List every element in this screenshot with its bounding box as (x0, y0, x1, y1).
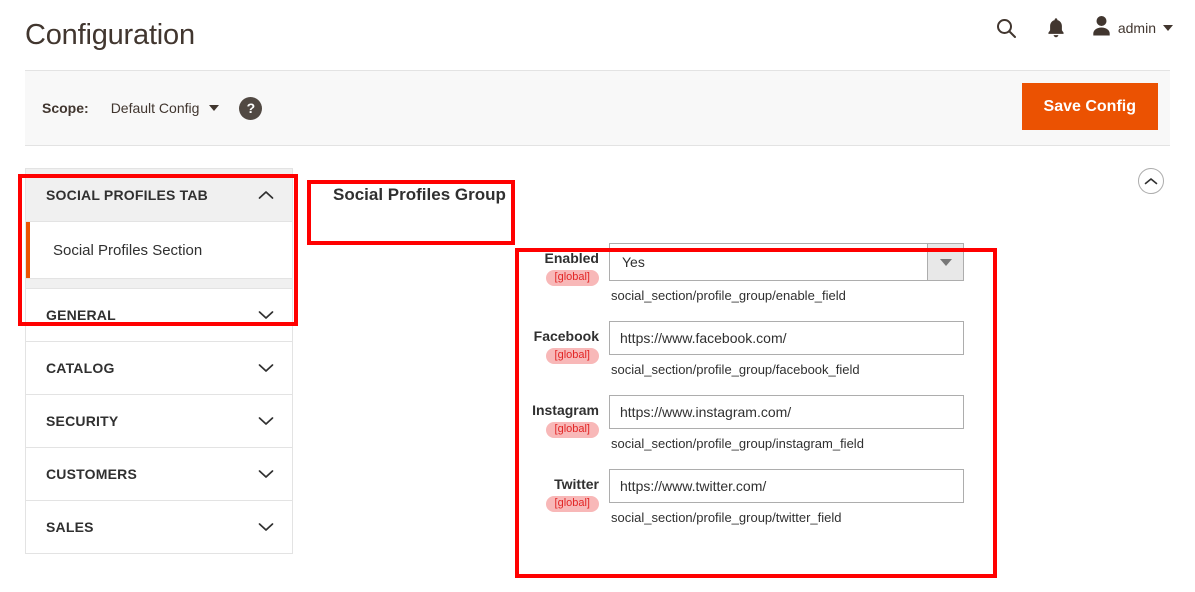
sidebar-tab-general: GENERAL (25, 288, 293, 341)
status-badge: [global] (545, 421, 599, 438)
field-input-col: Yes social_section/profile_group/enable_… (609, 243, 1170, 303)
field-label: Enabled (544, 250, 599, 266)
scope-label: Scope: (42, 100, 89, 116)
sidebar-tab-customers: CUSTOMERS (25, 447, 293, 500)
field-row-twitter: Twitter [global] social_section/profile_… (509, 469, 1170, 525)
chevron-down-icon (258, 522, 274, 532)
field-hint: social_section/profile_group/enable_fiel… (611, 288, 846, 303)
status-badge: [global] (545, 347, 599, 364)
enabled-select-value: Yes (622, 254, 645, 270)
page-header: Configuration admin (0, 0, 1195, 70)
group-title: Social Profiles Group (333, 185, 506, 204)
config-sidebar-nav: SOCIAL PROFILES TAB Social Profiles Sect… (25, 168, 293, 554)
sidebar-tab-label: SOCIAL PROFILES TAB (46, 187, 208, 203)
chevron-down-icon (209, 105, 220, 111)
sidebar-tab-label: CUSTOMERS (46, 466, 137, 482)
sidebar-tab-catalog: CATALOG (25, 341, 293, 394)
sidebar-tab-header-catalog[interactable]: CATALOG (26, 342, 292, 394)
sidebar-item-social-profiles-section[interactable]: Social Profiles Section (26, 222, 292, 278)
sidebar-tab-header-security[interactable]: SECURITY (26, 395, 292, 447)
save-config-button[interactable]: Save Config (1021, 83, 1158, 130)
field-hint: social_section/profile_group/instagram_f… (611, 436, 864, 451)
scope-selector[interactable]: Default Config (111, 100, 220, 116)
twitter-input[interactable] (609, 469, 964, 503)
scope-selected-value: Default Config (110, 100, 200, 116)
chevron-down-icon (258, 363, 274, 373)
chevron-up-circle-icon[interactable] (1138, 168, 1164, 194)
admin-menu[interactable]: admin (1092, 15, 1173, 42)
instagram-input[interactable] (609, 395, 964, 429)
sidebar-item-label: Social Profiles Section (53, 241, 203, 259)
field-hint: social_section/profile_group/facebook_fi… (611, 362, 860, 377)
sidebar-tab-label: SALES (46, 519, 94, 535)
sidebar-section-spacer (26, 278, 292, 288)
field-row-enabled: Enabled [global] Yes social_section/prof… (509, 243, 1170, 303)
field-row-facebook: Facebook [global] social_section/profile… (509, 321, 1170, 377)
sidebar-tab-header-sales[interactable]: SALES (26, 501, 292, 553)
header-actions: admin (992, 14, 1173, 42)
field-label-col: Enabled [global] (509, 243, 609, 286)
facebook-input[interactable] (609, 321, 964, 355)
field-row-instagram: Instagram [global] social_section/profil… (509, 395, 1170, 451)
sidebar-tab-label: GENERAL (46, 307, 116, 323)
fields-area: Enabled [global] Yes social_section/prof… (315, 243, 1170, 525)
search-icon[interactable] (992, 14, 1020, 42)
field-hint: social_section/profile_group/twitter_fie… (611, 510, 842, 525)
field-label: Instagram (532, 402, 599, 418)
sidebar-tab-header-general[interactable]: GENERAL (26, 289, 292, 341)
content-wrapper: SOCIAL PROFILES TAB Social Profiles Sect… (0, 146, 1195, 554)
scope-bar: Scope: Default Config ? Save Config (25, 70, 1170, 146)
field-input-col: social_section/profile_group/facebook_fi… (609, 321, 1170, 377)
chevron-down-icon (1163, 25, 1173, 31)
config-main-content: Social Profiles Group Enabled [global] Y… (293, 168, 1170, 554)
sidebar-section-list: Social Profiles Section (26, 221, 292, 288)
user-avatar-icon (1092, 15, 1111, 42)
chevron-down-icon (258, 469, 274, 479)
field-input-col: social_section/profile_group/instagram_f… (609, 395, 1170, 451)
chevron-up-icon (258, 190, 274, 200)
sidebar-tab-sales: SALES (25, 500, 293, 554)
field-label-col: Twitter [global] (509, 469, 609, 512)
chevron-down-icon[interactable] (927, 244, 963, 280)
page-title: Configuration (25, 18, 195, 51)
field-label: Twitter (554, 476, 599, 492)
question-mark-icon[interactable]: ? (239, 96, 263, 120)
chevron-down-icon (258, 416, 274, 426)
status-badge: [global] (545, 495, 599, 512)
enabled-select[interactable]: Yes (609, 243, 964, 281)
field-label-col: Facebook [global] (509, 321, 609, 364)
field-input-col: social_section/profile_group/twitter_fie… (609, 469, 1170, 525)
sidebar-tab-label: SECURITY (46, 413, 119, 429)
sidebar-tab-social-profiles: SOCIAL PROFILES TAB Social Profiles Sect… (25, 168, 293, 288)
chevron-down-icon (258, 310, 274, 320)
field-label-col: Instagram [global] (509, 395, 609, 438)
field-label: Facebook (533, 328, 599, 344)
sidebar-tab-label: CATALOG (46, 360, 115, 376)
bell-icon[interactable] (1042, 14, 1070, 42)
sidebar-tab-header-customers[interactable]: CUSTOMERS (26, 448, 292, 500)
sidebar-tab-security: SECURITY (25, 394, 293, 447)
status-badge: [global] (545, 269, 599, 286)
admin-name-label: admin (1117, 20, 1156, 36)
sidebar-tab-header-social-profiles[interactable]: SOCIAL PROFILES TAB (26, 169, 292, 221)
